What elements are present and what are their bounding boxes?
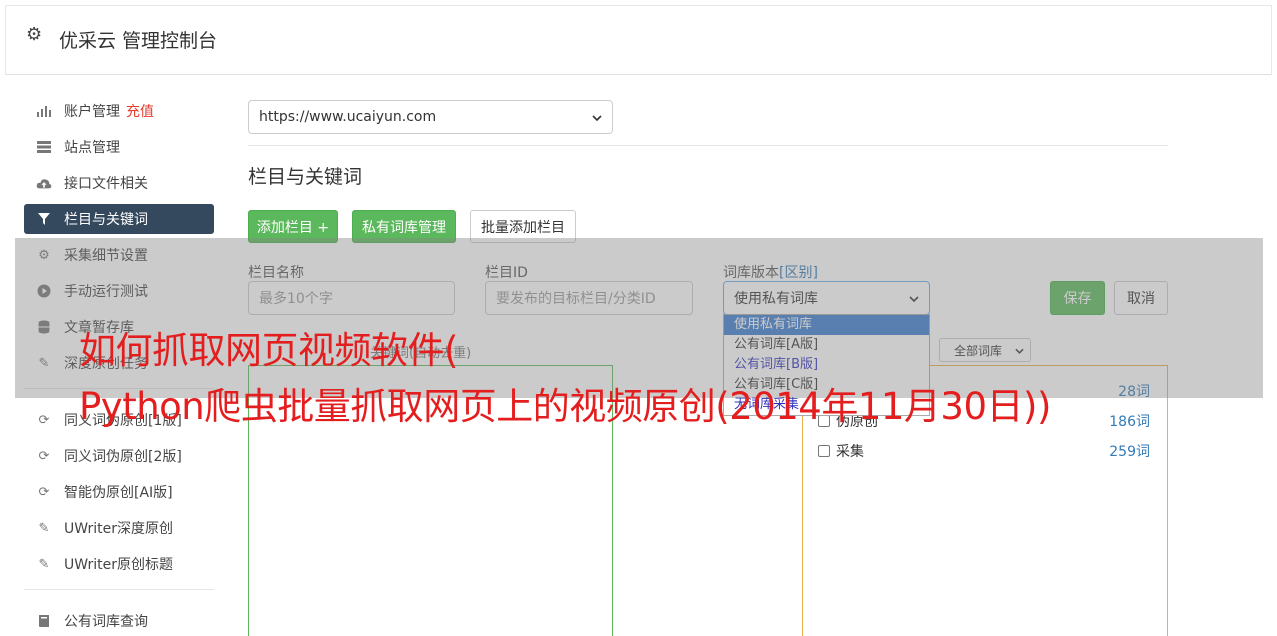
article-headline: 如何抓取网页视频软件( Python爬虫批量抓取网页上的视频原创(2014年11… (79, 323, 1051, 435)
section-title: 栏目与关键词 (248, 166, 363, 188)
sidebar-item-label: UWriter原创标题 (64, 557, 173, 573)
site-select-value: https://www.ucaiyun.com (259, 109, 437, 125)
sidebar-item-uwriter-title[interactable]: ✎ UWriter原创标题 (24, 549, 214, 579)
sidebar-divider (24, 589, 214, 590)
sidebar-item-label: 智能伪原创[AI版] (64, 485, 173, 501)
cloud-upload-icon (36, 175, 52, 191)
sidebar-item-columns-keywords[interactable]: 栏目与关键词 (24, 204, 214, 234)
keyword-lib-name: 采集 (836, 444, 864, 460)
refresh-icon: ⟳ (38, 448, 50, 464)
sidebar-item-sites[interactable]: 站点管理 (24, 132, 214, 162)
keyword-count[interactable]: 259词 (1109, 441, 1150, 461)
filter-icon (36, 211, 52, 227)
sidebar-item-label: 站点管理 (64, 140, 120, 156)
headline-line-2: Python爬虫批量抓取网页上的视频原创(2014年11月30日)) (79, 385, 1051, 428)
checkbox[interactable] (818, 445, 830, 457)
refresh-icon: ⟳ (38, 484, 50, 500)
chevron-down-icon (592, 109, 602, 125)
sidebar-item-smart-ai[interactable]: ⟳ 智能伪原创[AI版] (24, 477, 214, 507)
bar-chart-icon (36, 103, 52, 119)
edit-icon: ✎ (38, 520, 50, 536)
gear-icon[interactable]: ⚙ (26, 26, 44, 44)
recharge-link[interactable]: 充值 (126, 101, 154, 121)
sidebar-item-label: 同义词伪原创[2版] (64, 449, 182, 465)
sidebar-item-synonym-v2[interactable]: ⟳ 同义词伪原创[2版] (24, 441, 214, 471)
sidebar-item-account[interactable]: 账户管理 充值 (24, 96, 214, 126)
sidebar-item-public-lib[interactable]: 公有词库查询 (24, 606, 214, 636)
sidebar-item-label: 账户管理 (64, 104, 120, 120)
keyword-count[interactable]: 186词 (1109, 411, 1150, 431)
divider (248, 145, 1168, 146)
edit-icon: ✎ (38, 556, 50, 572)
sidebar-item-label: 栏目与关键词 (64, 212, 148, 228)
list-item[interactable]: 采集 259词 (818, 441, 1150, 461)
top-bar: ⚙ 优采云 管理控制台 (5, 5, 1272, 75)
sidebar-item-interface-files[interactable]: 接口文件相关 (24, 168, 214, 198)
sidebar-item-label: 公有词库查询 (64, 614, 148, 630)
sidebar-item-label: UWriter深度原创 (64, 521, 173, 537)
page-title: 优采云 管理控制台 (59, 30, 218, 52)
headline-line-1: 如何抓取网页视频软件( (79, 329, 458, 372)
refresh-icon: ⟳ (38, 412, 50, 428)
book-icon (36, 613, 52, 629)
site-select[interactable]: https://www.ucaiyun.com (248, 100, 613, 134)
server-icon (36, 139, 52, 155)
sidebar-item-uwriter-deep[interactable]: ✎ UWriter深度原创 (24, 513, 214, 543)
sidebar-item-label: 接口文件相关 (64, 176, 148, 192)
